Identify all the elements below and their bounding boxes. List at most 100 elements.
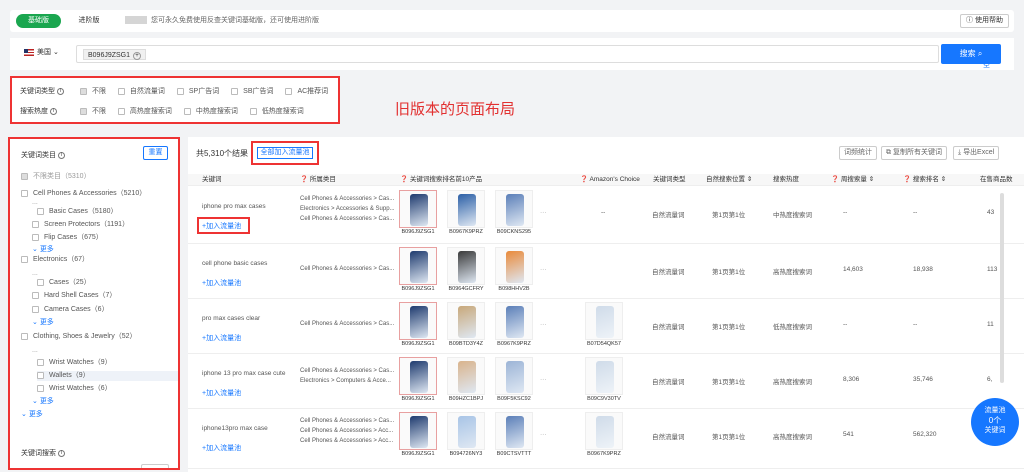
category-item[interactable]: Hard Shell Cases（7） [32, 291, 116, 301]
sort-icon[interactable]: ⇕ [941, 176, 946, 183]
product-image[interactable] [585, 302, 623, 340]
add-icon[interactable]: + [133, 52, 142, 60]
checkbox[interactable] [37, 384, 44, 392]
category-item[interactable]: Basic Cases（5180） [37, 207, 117, 217]
checkbox[interactable] [32, 305, 39, 313]
checkbox[interactable] [176, 87, 184, 95]
product-asin[interactable]: B0967K9PRZ [446, 229, 486, 235]
more-products-ellipsis[interactable]: ··· [540, 431, 547, 438]
product-thumb[interactable]: B096J9ZSG1 [398, 190, 438, 235]
checkbox[interactable] [21, 255, 28, 263]
product-thumb[interactable]: B096J9ZSG1 [398, 412, 438, 457]
product-image[interactable] [585, 357, 623, 395]
filter-option[interactable]: 不限 [79, 86, 106, 98]
filter-option[interactable]: 高热度搜索词 [117, 106, 172, 118]
product-thumb[interactable]: B0967K9PRZ [494, 302, 534, 347]
product-image[interactable] [399, 357, 437, 395]
category-path[interactable]: Cell Phones & Accessories > Cas... [300, 321, 394, 327]
category-item[interactable]: Wrist Watches（6） [37, 384, 112, 394]
checkbox[interactable] [32, 220, 39, 228]
product-thumb[interactable]: B09CKNS295 [494, 190, 534, 235]
category-item[interactable]: Electronics（67） [21, 255, 89, 265]
category-path[interactable]: Cell Phones & Accessories > Cas... [300, 216, 394, 222]
category-path[interactable]: Cell Phones & Accessories > Cas... [300, 368, 394, 374]
checkbox[interactable] [231, 87, 239, 95]
product-thumb[interactable]: B096J9ZSG1 [398, 302, 438, 347]
product-thumb[interactable]: B096J9ZSG1 [398, 247, 438, 292]
checkbox[interactable] [117, 107, 125, 115]
product-asin[interactable]: B09HZC1BPJ [446, 396, 486, 402]
product-asin[interactable]: B096J9ZSG1 [398, 341, 438, 347]
category-item[interactable]: Screen Protectors（1191） [32, 220, 129, 230]
country-select[interactable]: 美国 ⌄ [24, 47, 59, 59]
checkbox[interactable] [21, 332, 28, 340]
copy-keywords-button[interactable]: ⧉ 复制所有关键词 [881, 146, 947, 160]
category-path[interactable]: Cell Phones & Accessories > Acc... [300, 428, 393, 434]
checkbox[interactable] [117, 87, 125, 95]
product-asin[interactable]: B09C9V30TV [584, 396, 624, 402]
product-asin[interactable]: B07D54QK57 [584, 341, 624, 347]
category-item[interactable]: Camera Cases（6） [32, 305, 109, 315]
product-asin[interactable]: B0964GCFRY [446, 286, 486, 292]
product-asin[interactable]: B0967K9PRZ [494, 341, 534, 347]
category-item[interactable]: Cases（25） [37, 278, 91, 288]
product-image[interactable] [495, 247, 533, 285]
checkbox[interactable] [21, 189, 28, 197]
word-freq-button[interactable]: 词频统计 [839, 146, 877, 160]
product-image[interactable] [447, 412, 485, 450]
reset-button[interactable]: 重置 [143, 146, 168, 160]
product-thumb[interactable]: B098HHV2B [494, 247, 534, 292]
category-more-link[interactable]: ⌄ 更多 [32, 397, 54, 407]
product-image[interactable] [447, 247, 485, 285]
add-all-button[interactable]: 全部加入流量池 [257, 147, 313, 159]
product-asin[interactable]: B09CKNS295 [494, 229, 534, 235]
amazon-choice-thumb[interactable]: B0967K9PRZ [584, 412, 624, 457]
tab-basic[interactable]: 基础版 [16, 14, 61, 28]
product-asin[interactable]: B098HHV2B [494, 286, 534, 292]
filter-option[interactable]: SP广告词 [176, 86, 219, 98]
scrollbar[interactable] [1000, 193, 1004, 383]
add-pool-link[interactable]: +加入流量池 [202, 443, 241, 453]
product-asin[interactable]: B096J9ZSG1 [398, 229, 438, 235]
category-path[interactable]: Cell Phones & Accessories > Cas... [300, 196, 394, 202]
category-item[interactable]: Flip Cases（675） [32, 233, 103, 243]
tab-advanced[interactable]: 进阶版 [70, 14, 108, 28]
product-thumb[interactable]: B09BTD3Y4Z [446, 302, 486, 347]
product-image[interactable] [495, 190, 533, 228]
product-thumb[interactable]: B0967K9PRZ [446, 190, 486, 235]
product-image[interactable] [399, 412, 437, 450]
category-item[interactable]: Wrist Watches（9） [37, 358, 112, 368]
category-path[interactable]: Cell Phones & Accessories > Cas... [300, 266, 394, 272]
keyword-search-button[interactable] [141, 464, 169, 468]
product-asin[interactable]: B09CTSVTTT [494, 451, 534, 457]
checkbox[interactable] [249, 107, 257, 115]
checkbox[interactable] [285, 87, 293, 95]
category-item[interactable]: Clothing, Shoes & Jewelry（52） [21, 332, 137, 342]
amazon-choice-thumb[interactable]: B09C9V30TV [584, 357, 624, 402]
sort-icon[interactable]: ⇕ [747, 176, 752, 183]
product-image[interactable] [495, 357, 533, 395]
product-asin[interactable]: B096J9ZSG1 [398, 396, 438, 402]
more-products-ellipsis[interactable]: ··· [540, 266, 547, 273]
product-image[interactable] [495, 412, 533, 450]
product-thumb[interactable]: B0964GCFRY [446, 247, 486, 292]
more-products-ellipsis[interactable]: ··· [540, 376, 547, 383]
product-image[interactable] [495, 302, 533, 340]
filter-option[interactable]: 自然流量词 [117, 86, 165, 98]
checkbox[interactable] [183, 107, 191, 115]
product-image[interactable] [399, 190, 437, 228]
checkbox[interactable] [21, 172, 28, 180]
sort-icon[interactable]: ⇕ [869, 176, 874, 183]
category-path[interactable]: Electronics > Computers & Acce... [300, 378, 391, 384]
product-image[interactable] [447, 190, 485, 228]
category-more-link[interactable]: ⌄ 更多 [32, 245, 54, 255]
more-products-ellipsis[interactable]: ··· [540, 209, 547, 216]
product-asin[interactable]: B094726NY3 [446, 451, 486, 457]
checkbox[interactable] [79, 87, 87, 95]
filter-option[interactable]: SB广告词 [231, 86, 274, 98]
unlimited-category[interactable]: 不限类目（5310） [21, 172, 91, 182]
export-excel-button[interactable]: ⤓ 导出Excel [953, 146, 1000, 160]
product-asin[interactable]: B0967K9PRZ [584, 451, 624, 457]
product-image[interactable] [447, 357, 485, 395]
product-thumb[interactable]: B094726NY3 [446, 412, 486, 457]
